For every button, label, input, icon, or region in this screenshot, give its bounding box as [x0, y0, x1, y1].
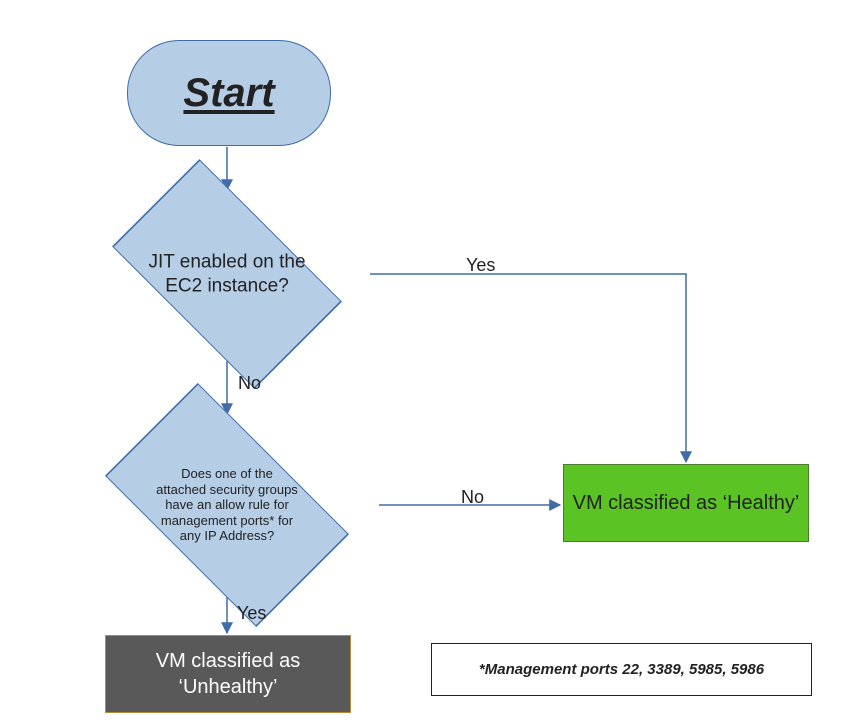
- outcome-text: VM classified as ‘Healthy’: [573, 490, 800, 516]
- start-terminator: Start: [127, 40, 331, 146]
- edge-label-yes: Yes: [466, 255, 495, 276]
- edge-label-yes: Yes: [237, 603, 266, 624]
- outcome-text: VM classified as ‘Unhealthy’: [106, 648, 350, 700]
- edge-label-no: No: [461, 487, 484, 508]
- decision-text: Does one of the attached security groups…: [155, 466, 300, 544]
- start-label: Start: [183, 71, 274, 116]
- footnote-text: *Management ports 22, 3389, 5985, 5986: [479, 661, 764, 678]
- edge-label-no: No: [238, 373, 261, 394]
- decision-text: JIT enabled on the EC2 instance?: [137, 250, 317, 298]
- outcome-healthy: VM classified as ‘Healthy’: [563, 464, 809, 542]
- footnote-box: *Management ports 22, 3389, 5985, 5986: [431, 643, 812, 696]
- outcome-unhealthy: VM classified as ‘Unhealthy’: [105, 635, 351, 713]
